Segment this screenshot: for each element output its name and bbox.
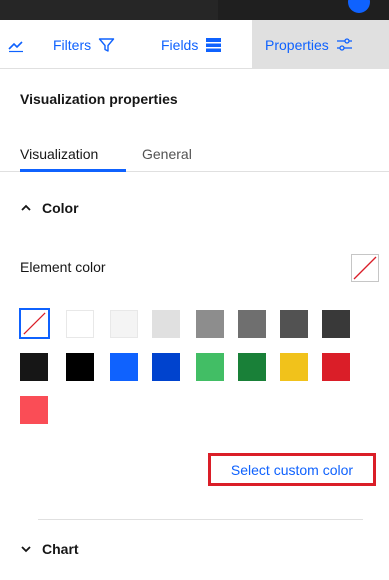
color-swatch-gray-80[interactable] [322, 310, 350, 338]
chart-accordion-header[interactable]: Chart [20, 541, 79, 557]
color-swatch-gray-20[interactable] [152, 310, 180, 338]
color-swatch-black[interactable] [66, 353, 94, 381]
color-swatch-gray-70[interactable] [280, 310, 308, 338]
top-bar [0, 0, 389, 20]
color-swatch-red-50[interactable] [20, 396, 48, 424]
color-swatch-blue-60[interactable] [110, 353, 138, 381]
tab-fields[interactable]: Fields [150, 20, 242, 69]
sliders-icon [336, 37, 352, 51]
color-swatch-gray-50[interactable] [196, 310, 224, 338]
no-color-icon [353, 256, 377, 280]
color-section-title: Color [42, 200, 79, 216]
color-swatch-red-60[interactable] [322, 353, 350, 381]
tab-filters[interactable]: Filters [42, 20, 142, 69]
element-color-label: Element color [20, 259, 106, 275]
filter-icon [98, 37, 115, 52]
subtab-active-indicator [20, 169, 126, 172]
subtab-general[interactable]: General [142, 146, 192, 162]
color-swatch-gray-60[interactable] [238, 310, 266, 338]
color-accordion-header[interactable]: Color [20, 200, 79, 216]
subtabs: Visualization General [0, 136, 389, 172]
select-custom-color-button[interactable]: Select custom color [208, 453, 376, 486]
fields-icon [206, 37, 222, 52]
select-custom-color-label: Select custom color [230, 461, 354, 478]
tab-fields-label: Fields [161, 36, 199, 53]
color-swatch-none[interactable] [19, 308, 50, 339]
color-swatch-green-60[interactable] [238, 353, 266, 381]
chevron-up-icon [21, 204, 31, 211]
color-swatch-green-40[interactable] [196, 353, 224, 381]
color-swatch-yellow[interactable] [280, 353, 308, 381]
tab-filters-label: Filters [53, 36, 92, 53]
color-swatch-gray-10[interactable] [110, 310, 138, 338]
trend-icon [8, 40, 23, 52]
element-color-swatch[interactable] [351, 254, 379, 282]
chevron-down-icon [21, 546, 31, 553]
color-swatch-blue-70[interactable] [152, 353, 180, 381]
panel-tabs: Filters Fields Properties [0, 20, 389, 69]
color-swatch-white[interactable] [66, 310, 94, 338]
panel-title: Visualization properties [20, 91, 178, 107]
tab-properties-label: Properties [265, 36, 329, 53]
chart-section-title: Chart [42, 541, 79, 557]
subtab-visualization[interactable]: Visualization [20, 146, 98, 162]
tab-properties[interactable]: Properties [252, 20, 389, 69]
color-swatch-gray-100[interactable] [20, 353, 48, 381]
section-divider [38, 519, 363, 520]
no-color-icon [23, 312, 46, 335]
tab-trend[interactable] [0, 20, 34, 69]
